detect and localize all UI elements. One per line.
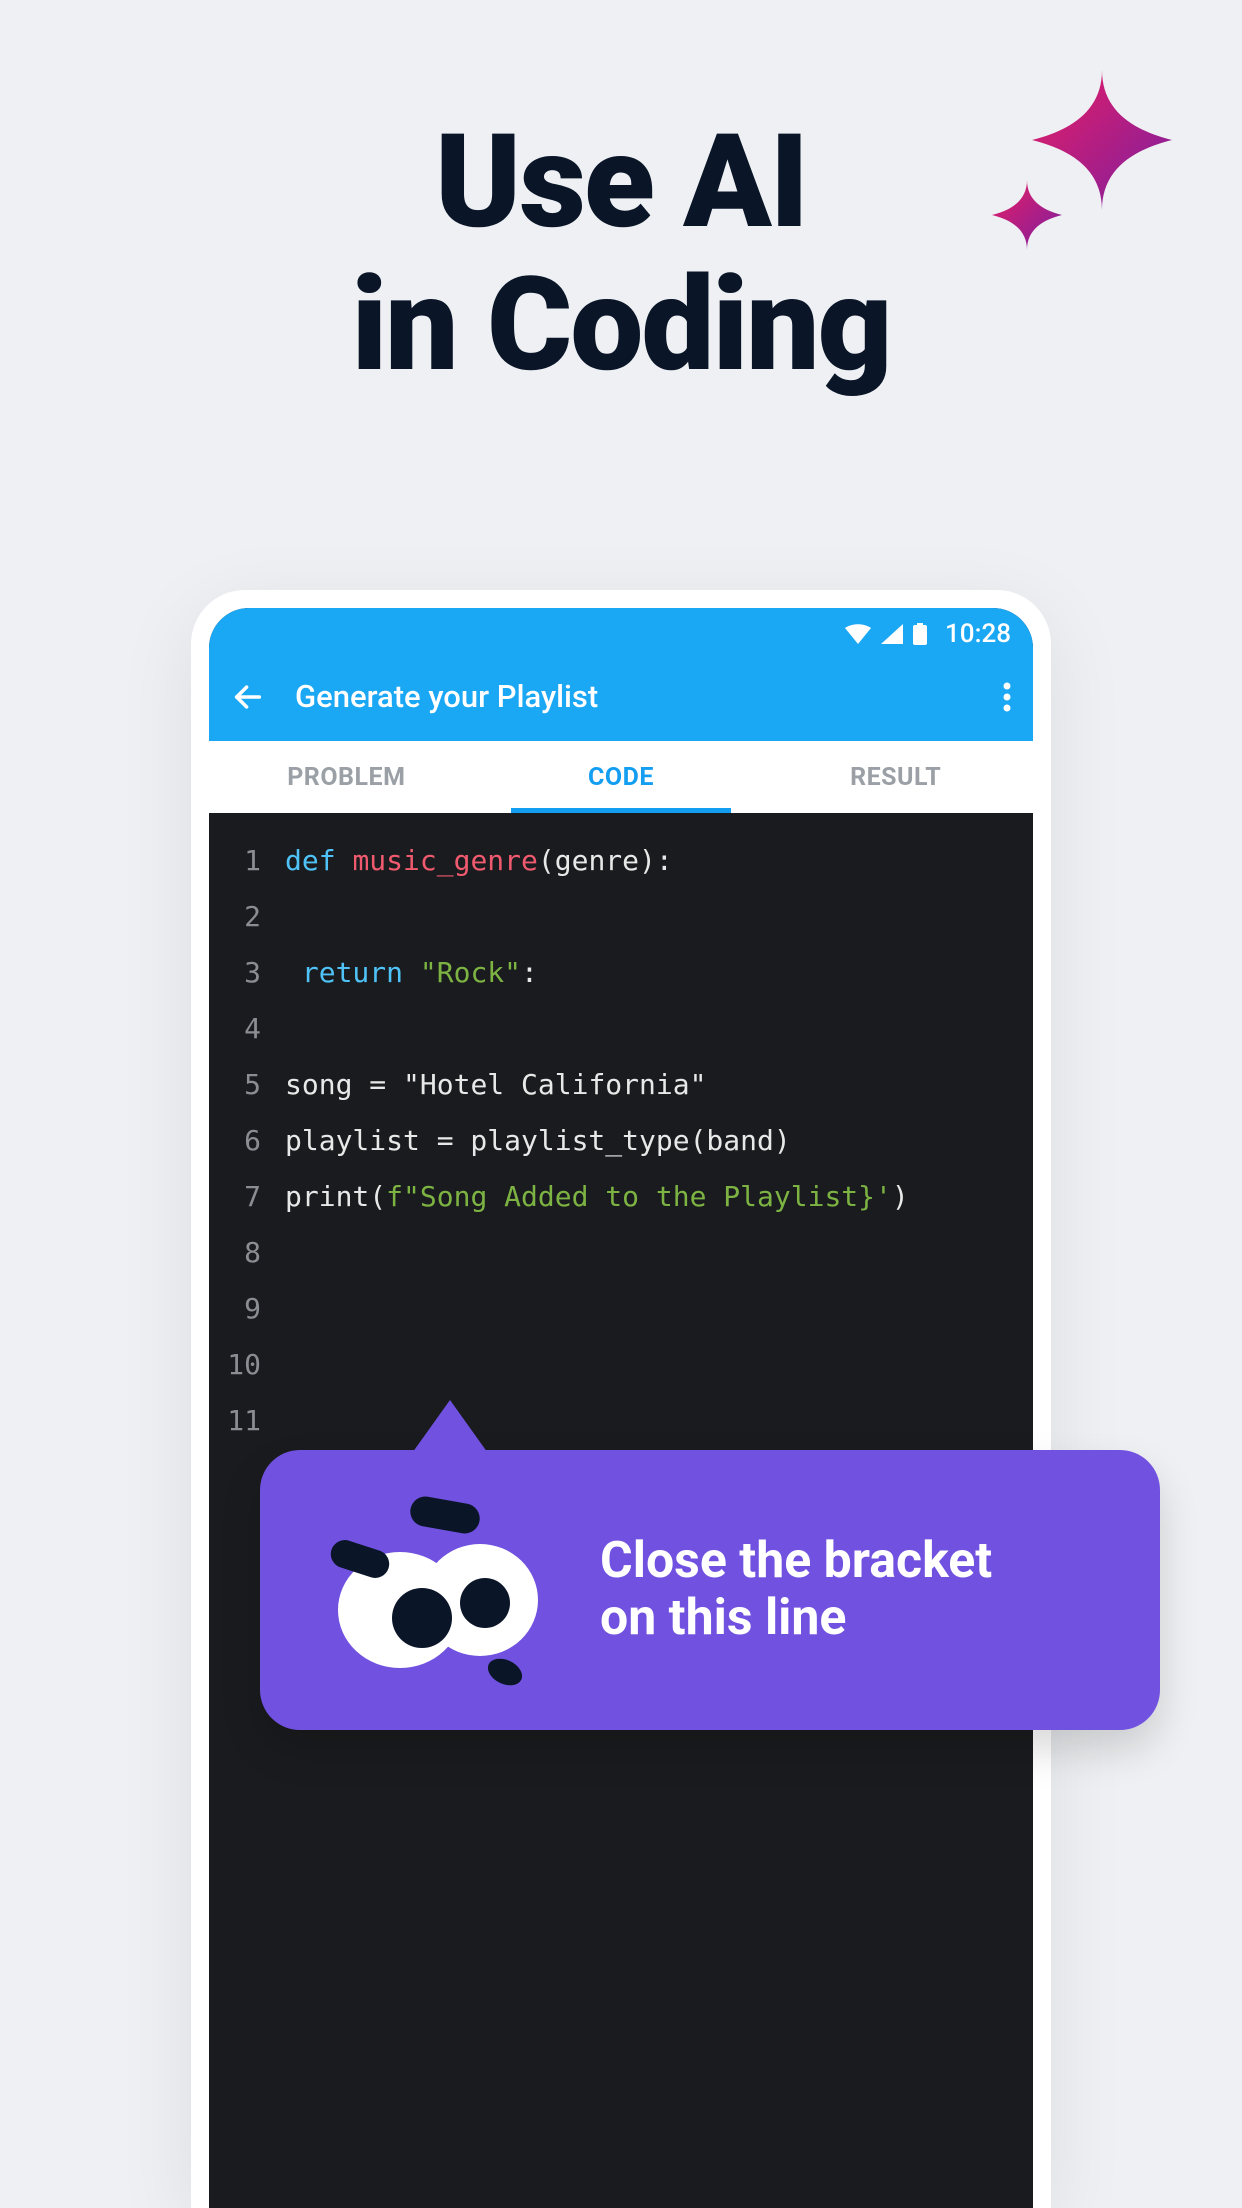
phone-screen: 10:28 Generate your Playlist PROBLEM COD… [209,608,1033,2208]
code-line[interactable]: print(f"Song Added to the Playlist}') [285,1169,909,1225]
app-bar: Generate your Playlist [209,656,1033,741]
ai-hint-tooltip: Close the bracket on this line [260,1450,1160,1730]
code-line[interactable] [285,1337,909,1393]
code-line[interactable] [285,1225,909,1281]
line-number: 5 [209,1057,261,1113]
line-number: 7 [209,1169,261,1225]
tooltip-arrow-icon [400,1400,500,1470]
line-number: 4 [209,1001,261,1057]
tab-problem[interactable]: PROBLEM [209,741,484,813]
more-vert-icon[interactable] [1003,682,1011,712]
code-line[interactable] [285,889,909,945]
code-line[interactable]: def music_genre(genre): [285,833,909,889]
line-number: 3 [209,945,261,1001]
battery-icon [913,623,927,645]
tooltip-text: Close the bracket on this line [600,1533,992,1648]
code-line[interactable]: return "Rock": [285,945,909,1001]
code-line[interactable]: playlist = playlist_type(band) [285,1113,909,1169]
back-arrow-icon[interactable] [231,680,265,714]
tab-bar: PROBLEM CODE RESULT [209,741,1033,813]
phone-mockup: 10:28 Generate your Playlist PROBLEM COD… [191,590,1051,2208]
line-number: 10 [209,1337,261,1393]
wifi-icon [845,624,871,644]
line-number: 2 [209,889,261,945]
signal-icon [881,624,903,644]
line-number: 1 [209,833,261,889]
code-content[interactable]: def music_genre(genre): return "Rock": so… [273,833,909,1449]
line-number: 6 [209,1113,261,1169]
line-number: 8 [209,1225,261,1281]
tab-code[interactable]: CODE [484,741,759,813]
line-number: 11 [209,1393,261,1449]
code-line[interactable] [285,1001,909,1057]
line-number: 9 [209,1281,261,1337]
code-line[interactable]: song = "Hotel California" [285,1057,909,1113]
sparkle-icon [982,60,1182,264]
status-bar: 10:28 [209,608,1033,656]
mascot-icon [310,1490,560,1690]
code-line[interactable] [285,1281,909,1337]
code-line[interactable] [285,1393,909,1449]
app-bar-title: Generate your Playlist [295,678,973,715]
page-headline: Use AI in Coding [352,110,891,396]
code-gutter: 1234567891011 [209,833,273,1449]
tab-result[interactable]: RESULT [758,741,1033,813]
code-editor[interactable]: 1234567891011 def music_genre(genre): re… [209,813,1033,1449]
status-time: 10:28 [945,619,1011,649]
